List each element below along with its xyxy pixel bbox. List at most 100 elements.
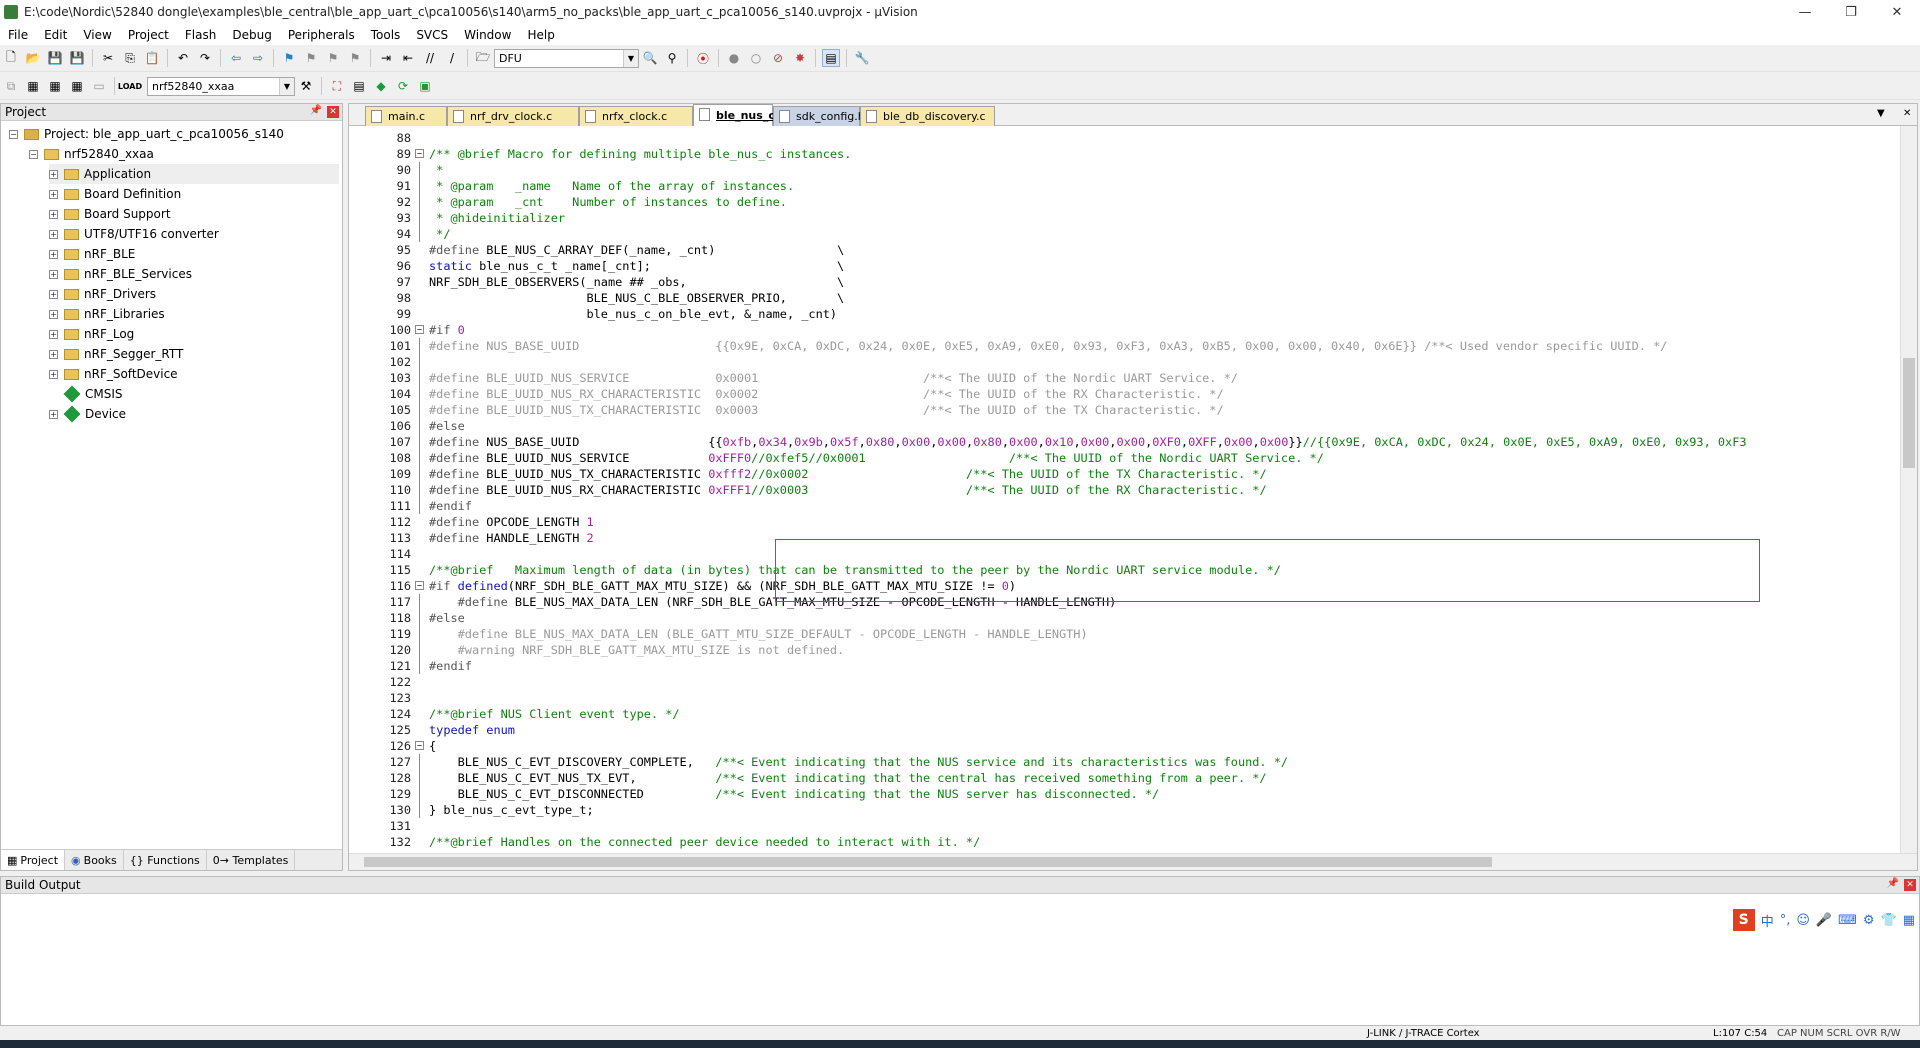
tab-ble-db-discovery-c[interactable]: ble_db_discovery.c [860,106,995,126]
pin-icon[interactable]: 📌 [1887,878,1899,889]
tree-group-board-support[interactable]: + Board Support [49,204,171,224]
code-line[interactable]: 99 ble_nus_c_on_ble_evt, &_name, _cnt) [349,306,1902,322]
batch-build-icon[interactable]: ▦ [68,77,86,95]
tab-books[interactable]: ◉ Books [65,850,124,870]
close-pane-icon[interactable]: ✕ [1904,879,1916,891]
keyboard-icon[interactable]: ⌨ [1838,913,1857,928]
code-line[interactable]: 100− #if 0 [349,322,1902,338]
grid-menu-icon[interactable]: ▦ [1903,913,1915,928]
find-combo[interactable]: DFU ▼ [494,48,639,68]
manage-components-icon[interactable]: ⛶ [328,77,346,95]
toolbox-icon[interactable]: ⚙ [1863,913,1875,928]
clear-bookmarks-icon[interactable]: ⚑ [346,49,364,67]
menu-tools[interactable]: Tools [363,28,409,42]
code-line[interactable]: 104 #define BLE_UUID_NUS_RX_CHARACTERISTI… [349,386,1902,402]
code-line[interactable]: 93 * @hideinitializer [349,210,1902,226]
unindent-icon[interactable]: ⇤ [399,49,417,67]
undo-icon[interactable]: ↶ [174,49,192,67]
find-in-files-icon[interactable]: 🗁 [474,49,492,67]
code-line[interactable]: 106 #else [349,418,1902,434]
skin-icon[interactable]: 👕 [1881,913,1897,928]
code-line[interactable]: 129 BLE_NUS_C_EVT_DISCONNECTED /**< Even… [349,786,1902,802]
code-line[interactable]: 123 [349,690,1902,706]
chevron-down-icon[interactable]: ▼ [623,49,638,67]
code-line[interactable]: 125 typedef enum [349,722,1902,738]
code-area[interactable]: 88 89−/** @brief Macro for defining multi… [349,130,1902,851]
tree-target[interactable]: − nrf52840_xxaa [29,144,154,164]
incremental-find-icon[interactable]: ⚲ [663,49,681,67]
code-line[interactable]: 102 [349,354,1902,370]
rebuild-icon[interactable]: ▦ [46,77,64,95]
comment-icon[interactable]: // [421,49,439,67]
find-icon[interactable]: 🔍 [641,49,659,67]
tree-group-cmsis[interactable]: +CMSIS [49,384,123,404]
menu-peripherals[interactable]: Peripherals [280,28,363,42]
vertical-scroll-thumb[interactable] [1903,358,1915,468]
close-pane-icon[interactable]: ✕ [327,106,339,118]
expand-icon[interactable]: + [49,249,58,259]
code-line[interactable]: 91 * @param _name Name of the array of i… [349,178,1902,194]
horizontal-scrollbar[interactable] [349,853,1917,870]
tree-group-device[interactable]: + Device [49,404,126,424]
menu-file[interactable]: File [0,28,36,42]
code-line[interactable]: 122 [349,674,1902,690]
tree-group-nrf-drivers[interactable]: + nRF_Drivers [49,284,156,304]
sogou-logo-icon[interactable]: S [1732,909,1755,931]
expand-icon[interactable]: + [49,189,58,199]
tabs-dropdown-icon[interactable]: ▼ [1877,108,1885,119]
redo-icon[interactable]: ↷ [196,49,214,67]
tree-group-nrf-log[interactable]: + nRF_Log [49,324,134,344]
new-file-icon[interactable]: 🗋 [2,49,20,67]
tab-templates[interactable]: 0→ Templates [207,850,296,870]
code-line[interactable]: 112 #define OPCODE_LENGTH 1 [349,514,1902,530]
download-load-icon[interactable]: LOAD [118,77,142,95]
code-line[interactable]: 94 */ [349,226,1902,242]
build-icon[interactable]: ▦ [24,77,42,95]
pin-icon[interactable]: 📌 [310,105,322,116]
menu-project[interactable]: Project [120,28,177,42]
expand-icon[interactable]: + [49,329,58,339]
tree-root[interactable]: − Project: ble_app_uart_c_pca10056_s140 [9,124,284,144]
next-bookmark-icon[interactable]: ⚑ [324,49,342,67]
menu-flash[interactable]: Flash [177,28,224,42]
microphone-icon[interactable]: 🎤 [1816,913,1832,928]
fold-toggle-icon[interactable]: − [415,741,424,750]
debug-session-icon[interactable]: ⦿ [694,49,712,67]
indent-icon[interactable]: ⇥ [377,49,395,67]
horizontal-scroll-thumb[interactable] [364,857,1492,867]
minimize-button[interactable]: — [1782,0,1828,24]
disable-breakpoints-icon[interactable]: ⊘ [769,49,787,67]
expand-icon[interactable]: + [49,369,58,379]
ime-mode[interactable]: 中 [1761,911,1774,930]
tree-group-application[interactable]: + Application [49,164,339,184]
code-line[interactable]: 110 #define BLE_UUID_NUS_RX_CHARACTERISTI… [349,482,1902,498]
code-line[interactable]: 98 BLE_NUS_C_BLE_OBSERVER_PRIO, \ [349,290,1902,306]
tab-main-c[interactable]: main.c [365,106,447,126]
code-line[interactable]: 111 #endif [349,498,1902,514]
code-line[interactable]: 107 #define NUS_BASE_UUID {{0xfb,0x34,0x9… [349,434,1902,450]
select-packs-icon[interactable]: ▣ [416,77,434,95]
expand-icon[interactable]: + [49,309,58,319]
code-line[interactable]: 108 #define BLE_UUID_NUS_SERVICE 0xFFF0//… [349,450,1902,466]
code-line[interactable]: 120 #warning NRF_SDH_BLE_GATT_MAX_MTU_SI… [349,642,1902,658]
punctuation-icon[interactable]: °, [1780,913,1791,928]
code-line[interactable]: 127 BLE_NUS_C_EVT_DISCOVERY_COMPLETE, /*… [349,754,1902,770]
code-line[interactable]: 132 /**@brief Handles on the connected pe… [349,834,1902,850]
target-options-icon[interactable]: ⚒ [297,77,315,95]
code-line[interactable]: 126−{ [349,738,1902,754]
window-layout-icon[interactable]: ▤ [822,49,840,67]
tab-nrf-drv-clock-c[interactable]: nrf_drv_clock.c [447,106,579,126]
code-line[interactable]: 121 #endif [349,658,1902,674]
copy-icon[interactable]: ⎘ [121,49,139,67]
code-line[interactable]: 124 /**@brief NUS Client event type. */ [349,706,1902,722]
expand-icon[interactable]: + [49,349,58,359]
tree-group-board-definition[interactable]: + Board Definition [49,184,181,204]
vertical-scrollbar[interactable] [1900,126,1917,853]
code-line[interactable]: 90 * [349,162,1902,178]
paste-icon[interactable]: 📋 [143,49,161,67]
expand-icon[interactable]: + [49,209,58,219]
code-line[interactable]: 88 [349,130,1902,146]
navigate-forward-icon[interactable]: ⇨ [249,49,267,67]
pack-installer-icon[interactable]: ⟳ [394,77,412,95]
chevron-down-icon[interactable]: ▼ [279,77,294,95]
